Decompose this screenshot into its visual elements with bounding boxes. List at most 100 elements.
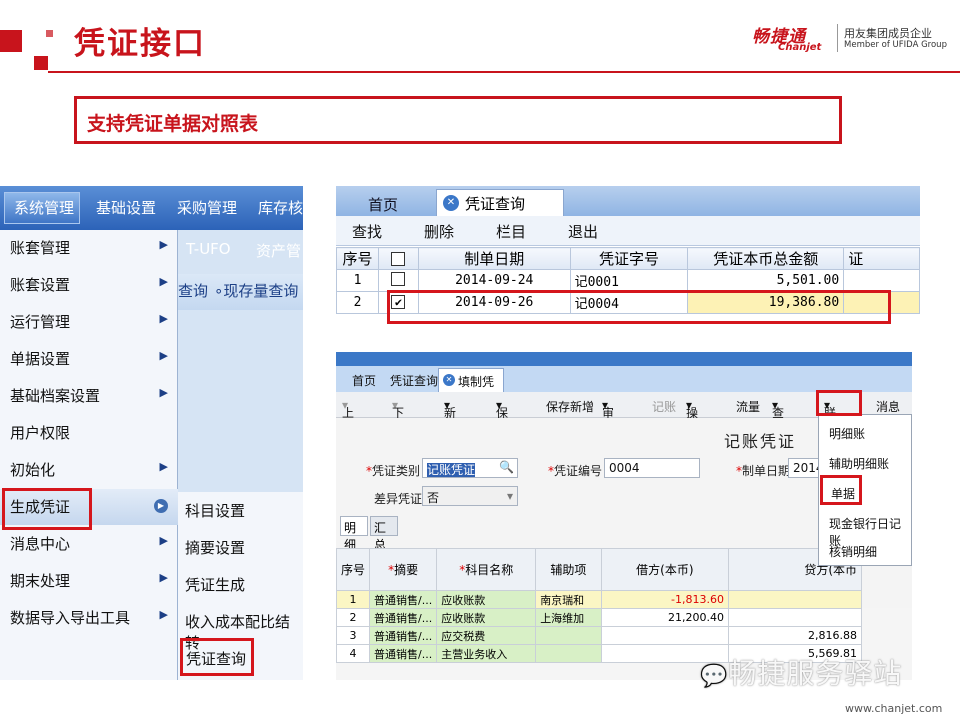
- operate-button[interactable]: 操作 ▾: [686, 398, 698, 437]
- system-dropdown: 账套管理 ▶ 账套设置 ▶ 运行管理 ▶ 单据设置 ▶ 基础档案设置 ▶ 用户权限 初始化…: [0, 230, 178, 680]
- watermark: 💬畅捷服务驿站: [700, 657, 903, 690]
- decor-square: [34, 56, 48, 70]
- row-checkbox[interactable]: [391, 271, 406, 286]
- col-amount: 凭证本币总金额: [687, 247, 845, 270]
- diff-label: 差异凭证: [374, 492, 423, 506]
- brand-logo: 畅捷通 Chanjet 用友集团成员企业 Member of UFIDA Gro…: [752, 24, 952, 54]
- post-button[interactable]: 记账: [652, 398, 676, 415]
- decor-square: [0, 30, 22, 52]
- tab-bar: 首页 ✕ 凭证查询: [336, 186, 920, 216]
- save-button[interactable]: 保存 ▾: [496, 398, 508, 437]
- arrow-right-icon: ▶: [159, 386, 168, 399]
- search-icon[interactable]: 🔍: [499, 460, 514, 474]
- arrow-right-icon: ▶: [159, 534, 168, 547]
- chat-icon: 💬: [700, 664, 729, 689]
- tab-fill-voucher[interactable]: ✕ 填制凭证: [438, 368, 504, 406]
- menu-item[interactable]: 初始化 ▶: [0, 452, 178, 488]
- stock-query-link[interactable]: ∘现存量查询: [214, 280, 298, 301]
- menu-purchase[interactable]: 采购管理: [177, 197, 237, 218]
- menu-item[interactable]: 消息中心 ▶: [0, 526, 178, 562]
- checkbox-all[interactable]: [391, 252, 406, 266]
- menu-item[interactable]: 期末处理 ▶: [0, 563, 178, 599]
- submenu-item[interactable]: 摘要设置: [185, 537, 245, 558]
- arrow-right-icon: ▶: [159, 238, 168, 251]
- find-button[interactable]: 查找 ▾: [772, 398, 784, 437]
- arrow-right-icon: ▶: [154, 499, 168, 513]
- menu-item[interactable]: 用户权限: [0, 415, 178, 451]
- prev-button[interactable]: 上张 ▾: [342, 398, 354, 437]
- dropdown-item[interactable]: 辅助明细账: [829, 455, 889, 472]
- no-label: *凭证编号: [548, 464, 603, 478]
- subtitle: 支持凭证单据对照表: [87, 113, 259, 135]
- voucher-tab-bar: 首页 凭证查询 ✕ 填制凭证: [336, 366, 912, 406]
- tab-home[interactable]: 首页: [352, 372, 376, 389]
- type-label: *凭证类别: [366, 464, 421, 478]
- menu-item[interactable]: 数据导入导出工具 ▶: [0, 600, 178, 636]
- col-no: 序号: [336, 247, 379, 270]
- highlight-link-query: [816, 390, 862, 416]
- arrow-right-icon: ▶: [159, 312, 168, 325]
- group-text-cn: 用友集团成员企业: [844, 27, 932, 40]
- table-row[interactable]: 3 普通销售/... 应交税费 2,816.88: [336, 626, 862, 645]
- highlight-voucher-query: [180, 638, 254, 676]
- close-icon[interactable]: ✕: [443, 195, 459, 211]
- exit-button[interactable]: 退出: [568, 221, 598, 242]
- watermark-url: www.chanjet.com: [845, 702, 943, 715]
- highlight-generate-voucher: [2, 488, 92, 530]
- menu-item[interactable]: 单据设置 ▶: [0, 341, 178, 377]
- tab-voucher-query[interactable]: 凭证查询: [390, 372, 438, 389]
- highlight-document: [820, 475, 862, 505]
- col-date: 制单日期: [417, 247, 571, 270]
- asset-label: 资产管: [256, 242, 302, 260]
- flow-button[interactable]: 流量: [736, 398, 760, 415]
- menu-system[interactable]: 系统管理: [14, 197, 74, 218]
- tab-voucher-query[interactable]: ✕ 凭证查询: [436, 189, 564, 216]
- menu-inventory[interactable]: 库存核: [258, 197, 303, 218]
- save-new-button[interactable]: 保存新增: [546, 398, 594, 415]
- tufo-label: T-UFO: [186, 240, 231, 258]
- menu-basic[interactable]: 基础设置: [96, 197, 156, 218]
- menu-bar: 系统管理 基础设置 采购管理 库存核: [0, 186, 303, 230]
- tab-summary[interactable]: 汇总: [370, 516, 398, 552]
- tab-detail[interactable]: 明细: [340, 516, 368, 552]
- quicklink-strip: 查询 ∘现存量查询: [178, 274, 303, 310]
- message-button[interactable]: 消息: [876, 398, 900, 415]
- page-title: 凭证接口: [74, 26, 206, 62]
- dropdown-item[interactable]: 核销明细: [829, 543, 877, 560]
- type-field[interactable]: 记账凭证 🔍: [422, 458, 518, 478]
- columns-button[interactable]: 栏目: [496, 221, 526, 242]
- logo-divider: [837, 24, 838, 52]
- grid-header: 序号 *摘要 *科目名称 辅助项 借方(本币) 贷方(本币: [336, 548, 862, 591]
- col-check: [377, 247, 419, 270]
- title-underline: [48, 71, 960, 73]
- table-row[interactable]: 2 普通销售/... 应收账款 上海维加 21,200.40: [336, 608, 862, 627]
- query-link[interactable]: 查询: [178, 280, 208, 301]
- menu-item[interactable]: 运行管理 ▶: [0, 304, 178, 340]
- delete-button[interactable]: 删除: [424, 221, 454, 242]
- submenu-item[interactable]: 凭证生成: [185, 574, 245, 595]
- next-button[interactable]: 下张 ▾: [392, 398, 404, 437]
- arrow-right-icon: ▶: [159, 460, 168, 473]
- arrow-right-icon: ▶: [159, 571, 168, 584]
- diff-field[interactable]: 否 ▾: [422, 486, 518, 506]
- menu-item[interactable]: 账套设置 ▶: [0, 267, 178, 303]
- arrow-right-icon: ▶: [159, 349, 168, 362]
- chevron-down-icon: ▾: [506, 489, 513, 503]
- system-menu-screenshot: 系统管理 基础设置 采购管理 库存核 T-UFO 资产管 查询 ∘现存量查询 账…: [0, 186, 303, 680]
- arrow-right-icon: ▶: [159, 608, 168, 621]
- table-row[interactable]: 1 2014-09-24 记0001 5,501.00: [336, 269, 920, 292]
- audit-button[interactable]: 审核 ▾: [602, 398, 614, 437]
- voucher-title: 记账凭证: [724, 432, 797, 451]
- close-icon[interactable]: ✕: [443, 374, 455, 386]
- query-toolbar: 查找 删除 栏目 退出: [336, 216, 920, 246]
- menu-item[interactable]: 基础档案设置 ▶: [0, 378, 178, 414]
- date-label: *制单日期: [736, 464, 791, 478]
- no-field[interactable]: 0004: [604, 458, 700, 478]
- find-button[interactable]: 查找: [352, 221, 382, 242]
- new-button[interactable]: 新增 ▾: [444, 398, 456, 437]
- dropdown-item[interactable]: 明细账: [829, 425, 865, 442]
- menu-item[interactable]: 账套管理 ▶: [0, 230, 178, 266]
- brand-name-en: Chanjet: [778, 42, 822, 53]
- submenu-item[interactable]: 科目设置: [185, 500, 245, 521]
- table-row[interactable]: 1 普通销售/... 应收账款 南京瑞和 -1,813.60: [336, 590, 862, 609]
